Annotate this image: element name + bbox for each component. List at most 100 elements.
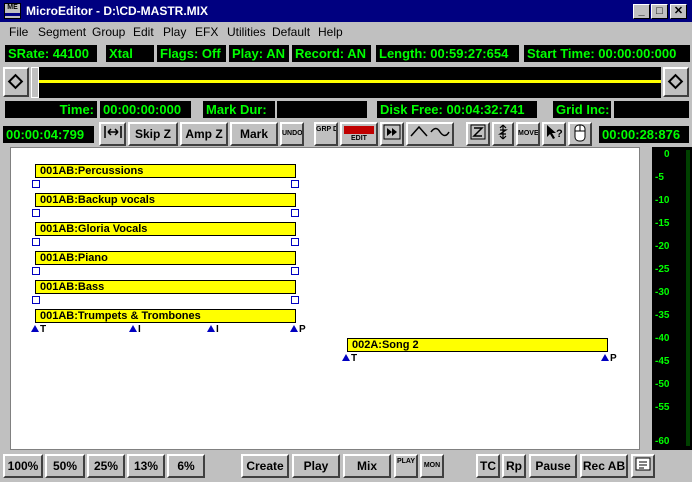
overview-track[interactable] <box>31 67 661 98</box>
menu-play[interactable]: Play <box>163 25 186 39</box>
mix-button[interactable]: Mix <box>343 454 391 478</box>
segment-percussions[interactable]: 001AB:Percussions <box>35 164 296 178</box>
segment-piano[interactable]: 001AB:Piano <box>35 251 296 265</box>
mark-dur-label: Mark Dur: <box>203 101 275 118</box>
diamond-icon <box>7 73 24 90</box>
marker-t[interactable]: T <box>342 354 357 364</box>
amp-z-button[interactable]: Amp Z <box>180 122 228 146</box>
menu-group[interactable]: Group <box>92 25 125 39</box>
marker-t[interactable]: T <box>31 325 46 335</box>
mouse-button[interactable] <box>568 122 592 146</box>
mark-dur-value <box>277 101 367 118</box>
bottom-toolbar: 100% 50% 25% 13% 6% Create Play Mix PLAY… <box>0 452 692 482</box>
clock-display: Xtal <box>106 45 154 62</box>
menu-edit[interactable]: Edit <box>133 25 154 39</box>
menu-help[interactable]: Help <box>318 25 343 39</box>
marker-label: I <box>138 324 141 335</box>
marker-label: I <box>216 324 219 335</box>
record-mode-display: Record: AN <box>292 45 371 62</box>
menu-segment[interactable]: Segment <box>38 25 86 39</box>
triangle-icon <box>129 325 137 332</box>
zoom-100-button[interactable]: 100% <box>3 454 43 478</box>
pause-button[interactable]: Pause <box>529 454 577 478</box>
group-disable-button[interactable]: GRP DIS <box>314 122 338 146</box>
maximize-button[interactable]: □ <box>651 4 668 19</box>
triangle-icon <box>342 354 350 361</box>
play-button[interactable]: Play <box>292 454 340 478</box>
segment-end-handle[interactable] <box>291 267 299 275</box>
undo-button[interactable]: UNDO <box>280 122 304 146</box>
segment-start-handle[interactable] <box>32 238 40 246</box>
play-loop-button[interactable]: PLAY <box>394 454 418 478</box>
minimize-button[interactable]: _ <box>633 4 650 19</box>
zoom-50-button[interactable]: 50% <box>45 454 85 478</box>
zoom-button[interactable] <box>466 122 490 146</box>
menu-bar: File Segment Group Edit Play EFX Utiliti… <box>0 22 692 42</box>
segment-start-handle[interactable] <box>32 267 40 275</box>
crossfade-button[interactable] <box>406 122 454 146</box>
marker-p[interactable]: P <box>290 325 306 335</box>
help-cursor-button[interactable]: ? <box>542 122 566 146</box>
overview-line <box>31 80 661 83</box>
close-button[interactable]: ✕ <box>670 4 687 19</box>
vu-label: -15 <box>655 218 670 229</box>
marker-i[interactable]: I <box>129 325 141 335</box>
track-canvas[interactable]: 001AB:Percussions 001AB:Backup vocals 00… <box>10 147 640 450</box>
right-time-display: 00:00:28:876 <box>599 126 689 143</box>
menu-utilities[interactable]: Utilities <box>227 25 266 39</box>
scroll-left-button[interactable] <box>3 67 29 97</box>
segment-end-handle[interactable] <box>291 296 299 304</box>
rp-button[interactable]: Rp <box>502 454 526 478</box>
mark-button[interactable]: Mark <box>230 122 278 146</box>
create-button[interactable]: Create <box>241 454 289 478</box>
segment-song-2[interactable]: 002A:Song 2 <box>347 338 608 352</box>
record-ab-button[interactable]: Rec AB <box>580 454 628 478</box>
segment-start-handle[interactable] <box>32 180 40 188</box>
zoom-6-button[interactable]: 6% <box>167 454 205 478</box>
grid-inc-value <box>614 101 689 118</box>
length-display: Length: 00:59:27:654 <box>376 45 519 62</box>
marker-label: P <box>299 324 306 335</box>
segment-start-handle[interactable] <box>32 209 40 217</box>
vu-label: -45 <box>655 356 670 367</box>
zoom-icon <box>470 124 486 140</box>
segment-end-handle[interactable] <box>291 238 299 246</box>
fit-button[interactable] <box>99 122 126 146</box>
segment-backup-vocals[interactable]: 001AB:Backup vocals <box>35 193 296 207</box>
vu-label: -35 <box>655 310 670 321</box>
tc-button[interactable]: TC <box>476 454 500 478</box>
window-title: MicroEditor - D:\CD-MASTR.MIX <box>26 4 208 18</box>
skip-z-button[interactable]: Skip Z <box>128 122 178 146</box>
start-time-display: Start Time: 00:00:00:000 <box>524 45 690 62</box>
play-mode-display: Play: AN <box>229 45 289 62</box>
fast-forward-button[interactable] <box>380 122 404 146</box>
marker-i[interactable]: I <box>207 325 219 335</box>
segment-end-handle[interactable] <box>291 180 299 188</box>
triangle-icon <box>601 354 609 361</box>
app-icon[interactable]: ME <box>4 3 21 19</box>
segment-gloria-vocals[interactable]: 001AB:Gloria Vocals <box>35 222 296 236</box>
zoom-25-button[interactable]: 25% <box>87 454 125 478</box>
segment-start-handle[interactable] <box>32 296 40 304</box>
edit-mode-button[interactable]: EDIT <box>340 122 378 146</box>
marker-p[interactable]: P <box>601 354 617 364</box>
vu-label: -5 <box>655 172 664 183</box>
move-button[interactable]: MOVE <box>516 122 540 146</box>
monitor-button[interactable]: MON <box>420 454 444 478</box>
fast-forward-icon <box>383 124 401 140</box>
triangle-icon <box>207 325 215 332</box>
vertical-zoom-button[interactable] <box>492 122 514 146</box>
title-bar: ME MicroEditor - D:\CD-MASTR.MIX _ □ ✕ <box>0 0 692 22</box>
menu-efx[interactable]: EFX <box>195 25 218 39</box>
segment-end-handle[interactable] <box>291 209 299 217</box>
marker-label: T <box>40 324 47 335</box>
return-button[interactable] <box>631 454 655 478</box>
segment-bass[interactable]: 001AB:Bass <box>35 280 296 294</box>
overview-thumb[interactable] <box>31 67 39 98</box>
zoom-13-button[interactable]: 13% <box>127 454 165 478</box>
scroll-right-button[interactable] <box>663 67 689 97</box>
vu-label: 0 <box>664 149 670 160</box>
menu-file[interactable]: File <box>9 25 28 39</box>
segment-trumpets-trombones[interactable]: 001AB:Trumpets & Trombones <box>35 309 296 323</box>
menu-default[interactable]: Default <box>272 25 310 39</box>
